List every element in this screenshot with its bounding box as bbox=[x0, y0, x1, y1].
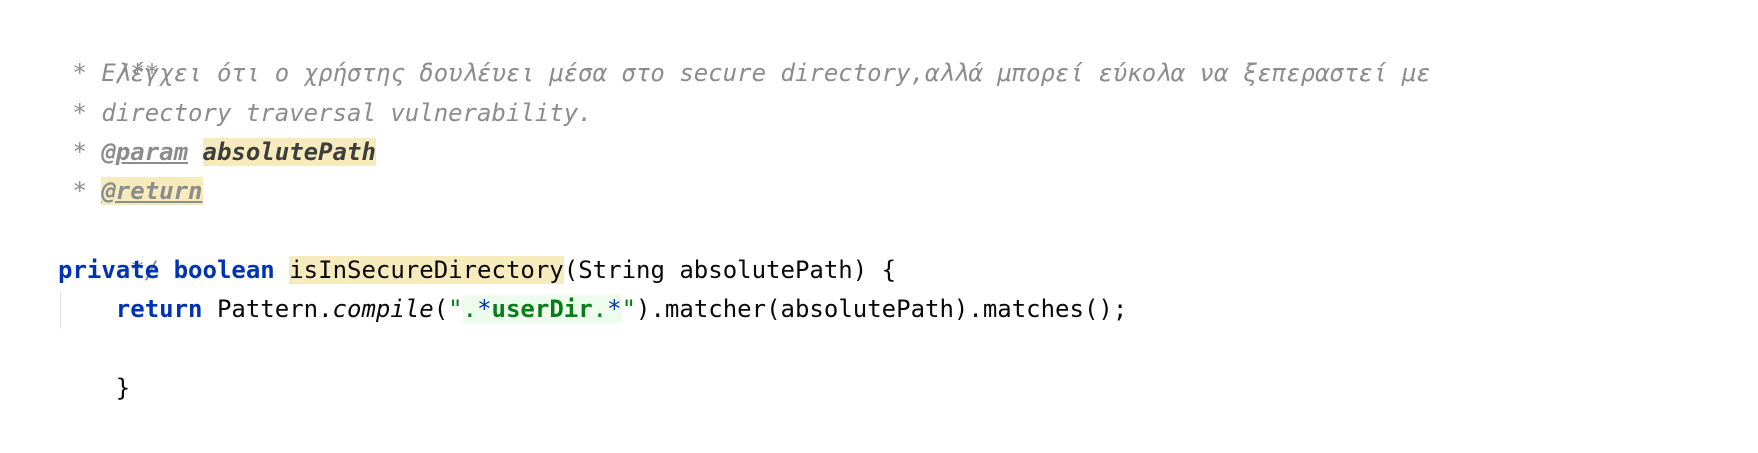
javadoc-param-name[interactable]: absolutePath bbox=[202, 137, 376, 166]
code-line-7: private boolean isInSecureDirectory(Stri… bbox=[58, 251, 1431, 290]
code-line-1: /** bbox=[58, 15, 1431, 87]
keyword-private: private bbox=[58, 255, 160, 284]
method-parameters: (String absolutePath) { bbox=[563, 255, 897, 284]
code-line-3: * directory traversal vulnerability. bbox=[58, 94, 1431, 133]
code-line-8: return Pattern.compile(".*userDir.*").ma… bbox=[58, 290, 1431, 330]
string-quote-open: " bbox=[448, 295, 463, 324]
javadoc-prefix: * bbox=[58, 98, 102, 127]
pattern-class: Pattern. bbox=[202, 295, 333, 324]
code-line-4: * @param absolutePath bbox=[58, 133, 1431, 172]
javadoc-prefix: * bbox=[58, 59, 102, 88]
matcher-chain: ).matcher(absolutePath).matches(); bbox=[636, 295, 1128, 324]
keyword-boolean: boolean bbox=[173, 255, 275, 284]
javadoc-description-line-1: Ελέγχει ότι ο χρήστης δουλέυει μέσα στο … bbox=[101, 59, 1431, 88]
method-name[interactable]: isInSecureDirectory bbox=[289, 255, 564, 284]
indent-guide bbox=[60, 290, 61, 330]
code-line-6: */ bbox=[58, 211, 1431, 284]
javadoc-prefix: * bbox=[58, 177, 102, 206]
code-line-5: * @return bbox=[58, 172, 1431, 211]
code-line-2: * Ελέγχει ότι ο χρήστης δουλέυει μέσα στ… bbox=[58, 54, 1431, 93]
code-editor[interactable]: /** * Ελέγχει ότι ο χρήστης δουλέυει μέσ… bbox=[58, 15, 1431, 402]
javadoc-return-tag[interactable]: @return bbox=[101, 177, 203, 206]
string-quote-close: " bbox=[621, 295, 637, 324]
javadoc-param-tag[interactable]: @param bbox=[101, 138, 188, 166]
compile-call[interactable]: compile bbox=[333, 295, 434, 323]
keyword-return: return bbox=[115, 295, 203, 324]
regex-literal[interactable]: .*userDir.* bbox=[462, 295, 622, 324]
regex-userdir: userDir bbox=[491, 295, 593, 324]
javadoc-prefix: * bbox=[58, 137, 102, 166]
closing-brace: } bbox=[115, 373, 131, 402]
code-line-9: } bbox=[58, 329, 1431, 402]
javadoc-description-line-2: directory traversal vulnerability. bbox=[101, 98, 593, 127]
